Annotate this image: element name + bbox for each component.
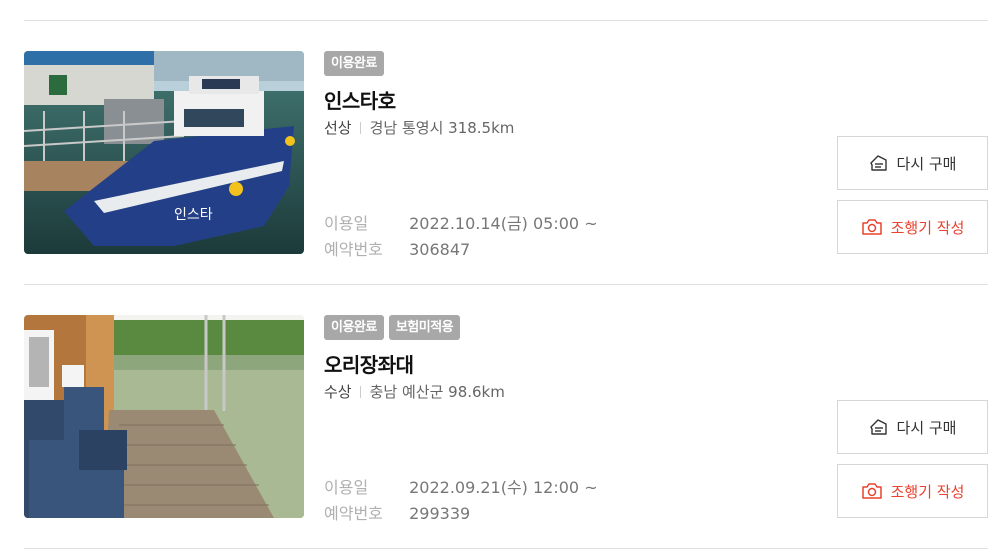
write-review-button[interactable]: 조행기 작성 — [837, 200, 988, 254]
rebuy-button[interactable]: 다시 구매 — [837, 400, 988, 454]
category-label: 선상 — [324, 119, 352, 137]
meta-separator — [359, 385, 361, 398]
meta-separator — [359, 121, 361, 134]
booking-info: 이용완료 인스타호 선상 경남 통영시 318.5km 이용일 2022.10.… — [324, 51, 804, 259]
location-label: 충남 예산군 98.6km — [369, 383, 505, 401]
status-badge: 이용완료 — [324, 51, 384, 76]
location-label: 경남 통영시 318.5km — [369, 119, 515, 137]
write-review-button[interactable]: 조행기 작성 — [837, 464, 988, 518]
booking-number-label: 예약번호 — [324, 504, 383, 523]
use-date-row: 이용일 2022.10.14(금) 05:00 ~ — [324, 210, 598, 234]
boat-photo[interactable]: 인스타 — [24, 51, 304, 254]
badge-group: 이용완료 — [324, 51, 384, 76]
booking-number-label: 예약번호 — [324, 240, 383, 259]
listing-title[interactable]: 인스타호 — [324, 85, 396, 114]
fishing-platform-photo[interactable] — [24, 315, 304, 518]
write-review-label: 조행기 작성 — [890, 482, 965, 501]
boat-name-text: 인스타 — [174, 207, 213, 223]
camera-icon — [861, 482, 883, 500]
write-review-label: 조행기 작성 — [890, 218, 965, 237]
ticket-icon — [869, 154, 889, 172]
rebuy-button[interactable]: 다시 구매 — [837, 136, 988, 190]
list-divider — [24, 548, 988, 549]
booking-card: 인스타 이용완료 인스타호 선상 경남 통영시 318.5km 이용일 2022… — [24, 51, 988, 259]
category-label: 수상 — [324, 383, 352, 401]
use-date-row: 이용일 2022.09.21(수) 12:00 ~ — [324, 474, 598, 498]
booking-number-value: 306847 — [409, 240, 471, 259]
booking-info: 이용완료 보험미적용 오리장좌대 수상 충남 예산군 98.6km 이용일 20… — [324, 315, 804, 523]
use-date-label: 이용일 — [324, 214, 369, 233]
booking-card: 이용완료 보험미적용 오리장좌대 수상 충남 예산군 98.6km 이용일 20… — [24, 315, 988, 523]
use-date-label: 이용일 — [324, 478, 369, 497]
listing-meta: 수상 충남 예산군 98.6km — [324, 381, 505, 402]
listing-meta: 선상 경남 통영시 318.5km — [324, 117, 514, 138]
rebuy-label: 다시 구매 — [896, 418, 957, 437]
ticket-icon — [869, 418, 889, 436]
status-badge: 이용완료 — [324, 315, 384, 340]
use-date-value: 2022.09.21(수) 12:00 ~ — [409, 478, 598, 497]
insurance-badge: 보험미적용 — [388, 315, 461, 340]
badge-group: 이용완료 보험미적용 — [324, 315, 461, 340]
booking-number-value: 299339 — [409, 504, 471, 523]
use-date-value: 2022.10.14(금) 05:00 ~ — [409, 214, 598, 233]
booking-number-row: 예약번호 299339 — [324, 500, 470, 524]
list-divider — [24, 284, 988, 285]
listing-title[interactable]: 오리장좌대 — [324, 349, 414, 378]
rebuy-label: 다시 구매 — [896, 154, 957, 173]
booking-number-row: 예약번호 306847 — [324, 236, 470, 260]
camera-icon — [861, 218, 883, 236]
list-divider — [24, 20, 988, 21]
